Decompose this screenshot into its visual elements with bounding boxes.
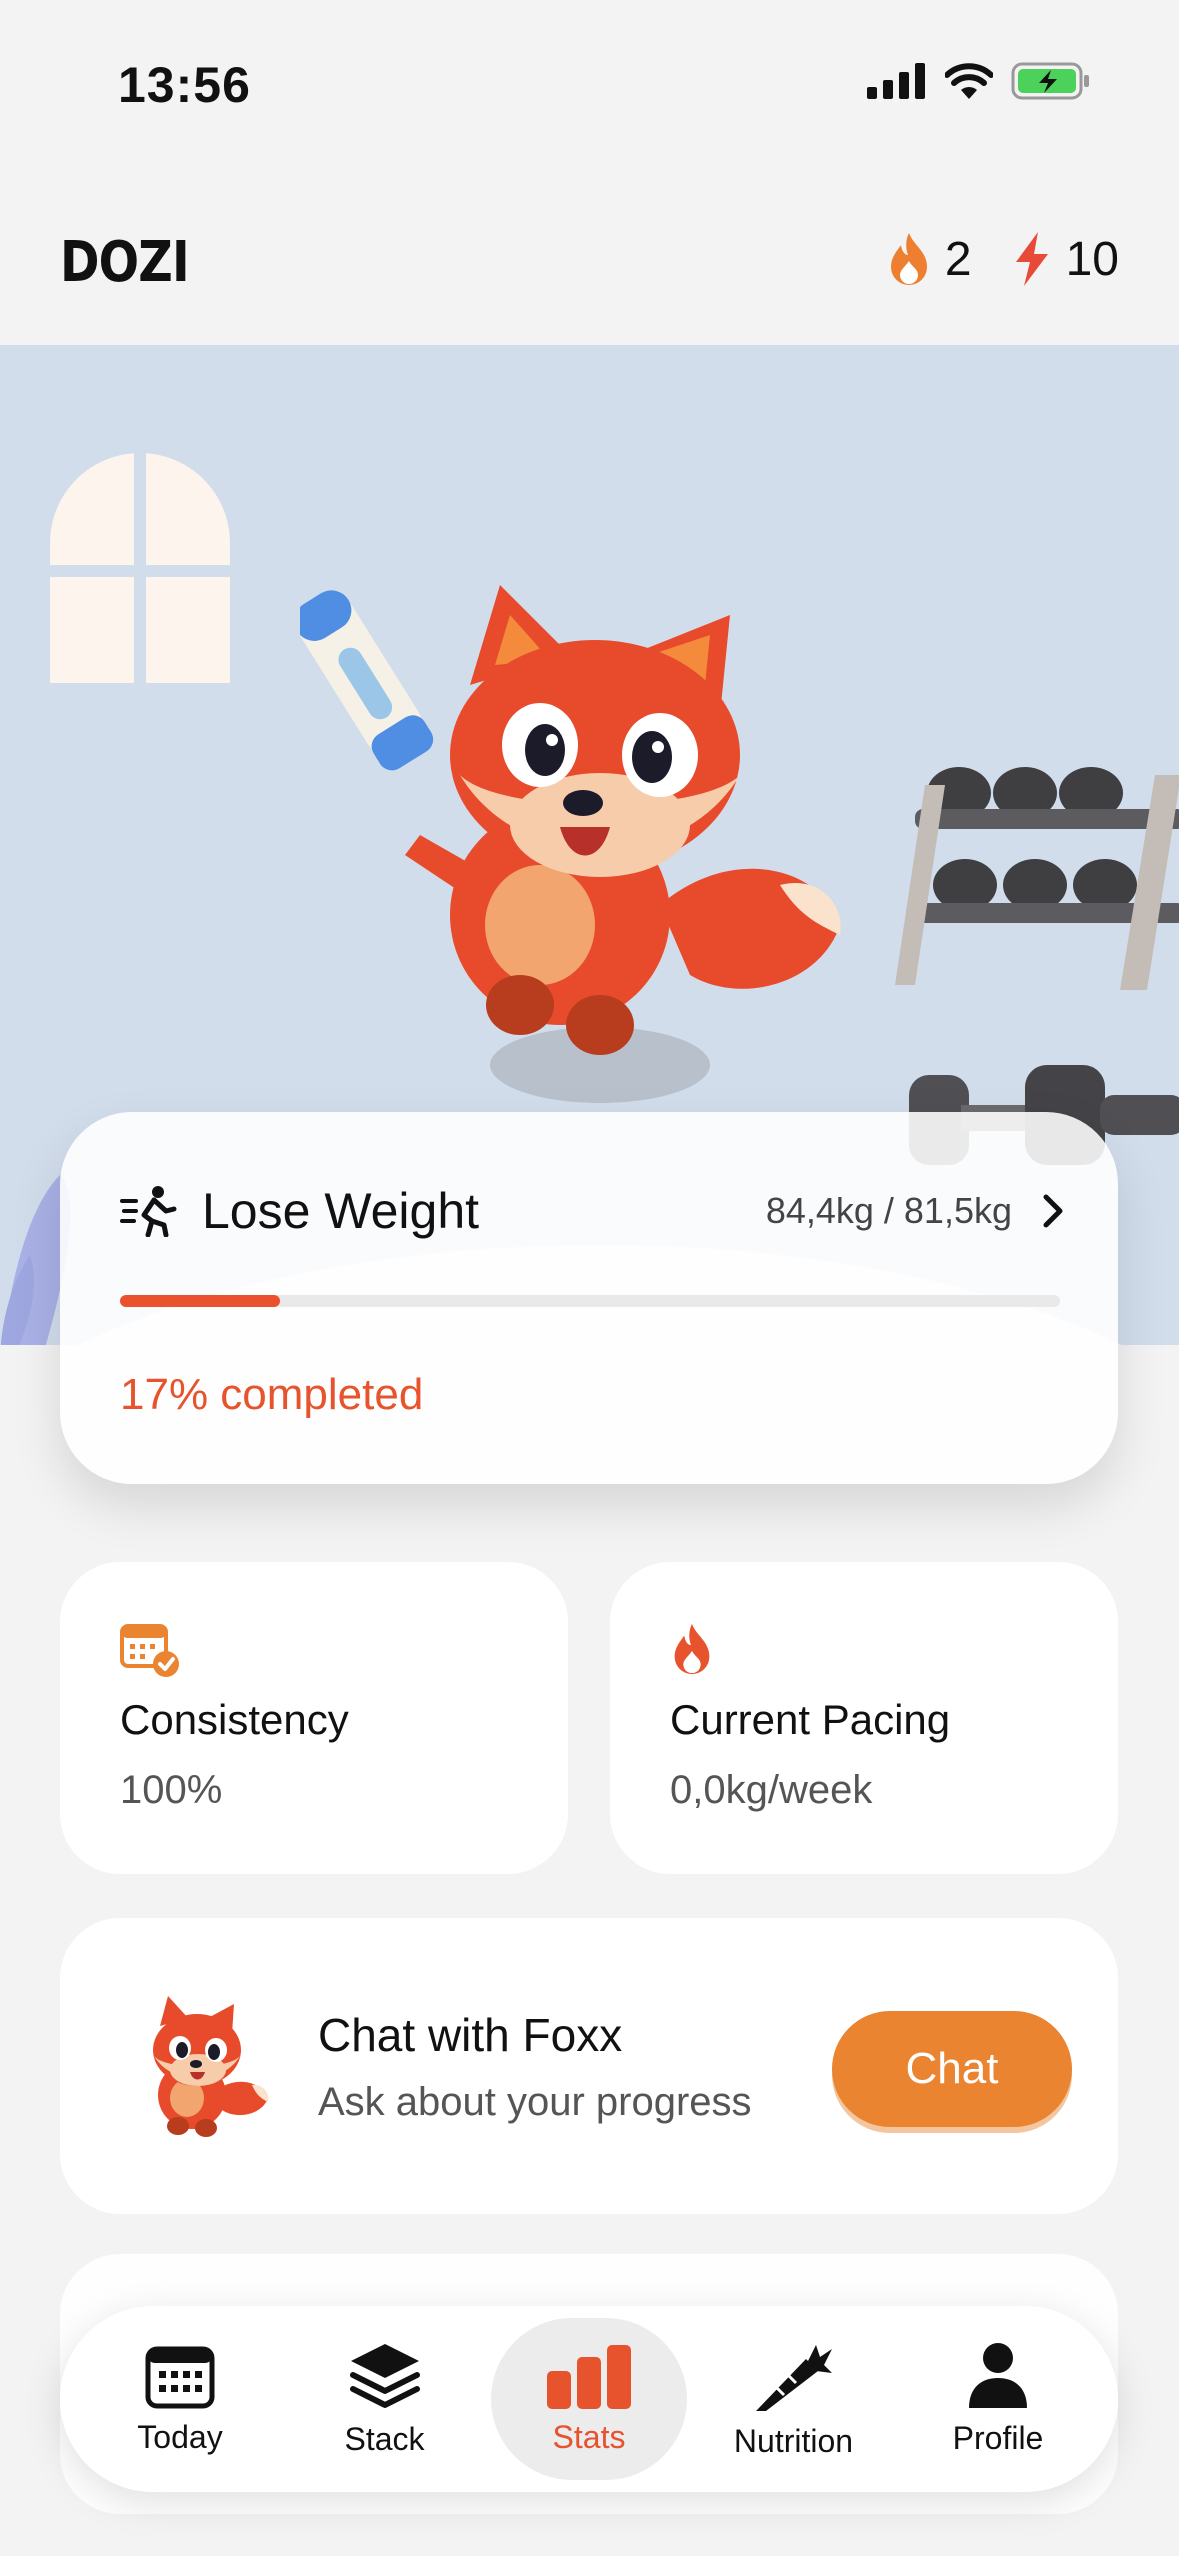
chat-subtitle: Ask about your progress	[318, 2080, 752, 2124]
wifi-icon	[945, 63, 993, 99]
status-time: 13:56	[118, 57, 251, 113]
bar-chart-icon	[547, 2344, 631, 2409]
battery-charging-icon	[1011, 62, 1089, 100]
tab-stack[interactable]: Stack	[287, 2318, 483, 2480]
tab-label: Nutrition	[733, 2422, 854, 2459]
current-pacing-card[interactable]: Current Pacing 0,0kg/week	[610, 1562, 1118, 1874]
chat-button[interactable]: Chat	[832, 2011, 1072, 2127]
consistency-card[interactable]: Consistency 100%	[60, 1562, 568, 1874]
goal-progress-bar	[120, 1295, 1060, 1307]
goal-card[interactable]: Lose Weight 84,4kg / 81,5kg 17% complete…	[60, 1112, 1118, 1484]
tab-bar: Today Stack Stats Nutrition Profile	[60, 2306, 1118, 2492]
calendar-check-icon	[120, 1624, 179, 1677]
running-person-icon	[120, 1186, 177, 1237]
current-pacing-label: Current Pacing	[670, 1696, 951, 1743]
carrot-icon	[755, 2344, 832, 2411]
tab-profile[interactable]: Profile	[900, 2318, 1096, 2480]
status-bar: 13:56	[0, 0, 1179, 170]
tab-label: Stats	[552, 2418, 626, 2455]
tab-today[interactable]: Today	[82, 2318, 278, 2480]
goal-header: Lose Weight 84,4kg / 81,5kg	[120, 1182, 1066, 1240]
app-logo: DOZI	[60, 230, 190, 295]
goal-progress-fill	[120, 1295, 280, 1307]
fox-avatar-illustration	[153, 1996, 269, 2137]
status-icons	[867, 62, 1091, 100]
cellular-signal-icon	[867, 63, 925, 99]
chevron-right-icon[interactable]	[1042, 1193, 1066, 1229]
app-header: DOZI 2 10	[0, 200, 1179, 320]
current-pacing-value: 0,0kg/week	[670, 1768, 873, 1812]
consistency-value: 100%	[120, 1768, 223, 1812]
chat-title: Chat with Foxx	[318, 2009, 623, 2061]
flame-icon	[674, 1623, 710, 1675]
consistency-label: Consistency	[120, 1696, 349, 1743]
streak-count: 2	[944, 232, 972, 286]
lightning-icon	[1015, 232, 1048, 286]
window-illustration	[50, 453, 230, 683]
tab-label: Today	[137, 2418, 223, 2455]
person-icon	[969, 2342, 1027, 2408]
header-stats: 2 10	[887, 230, 1119, 288]
layers-icon	[349, 2343, 420, 2408]
goal-weights: 84,4kg / 81,5kg	[765, 1190, 1012, 1231]
tab-stats[interactable]: Stats	[491, 2318, 687, 2480]
tab-label: Profile	[952, 2419, 1044, 2456]
tab-nutrition[interactable]: Nutrition	[696, 2318, 892, 2480]
chat-card[interactable]: Chat with Foxx Ask about your progress C…	[60, 1918, 1118, 2214]
goal-title: Lose Weight	[202, 1183, 480, 1239]
fox-mascot-illustration	[300, 585, 841, 1103]
tab-label: Stack	[344, 2420, 425, 2457]
energy-counter[interactable]: 10	[1012, 230, 1119, 288]
goal-completed-label: 17% completed	[120, 1370, 424, 1419]
streak-counter[interactable]: 2	[887, 231, 972, 287]
calendar-icon	[145, 2346, 215, 2408]
flame-icon	[890, 233, 927, 285]
energy-count: 10	[1065, 232, 1119, 286]
